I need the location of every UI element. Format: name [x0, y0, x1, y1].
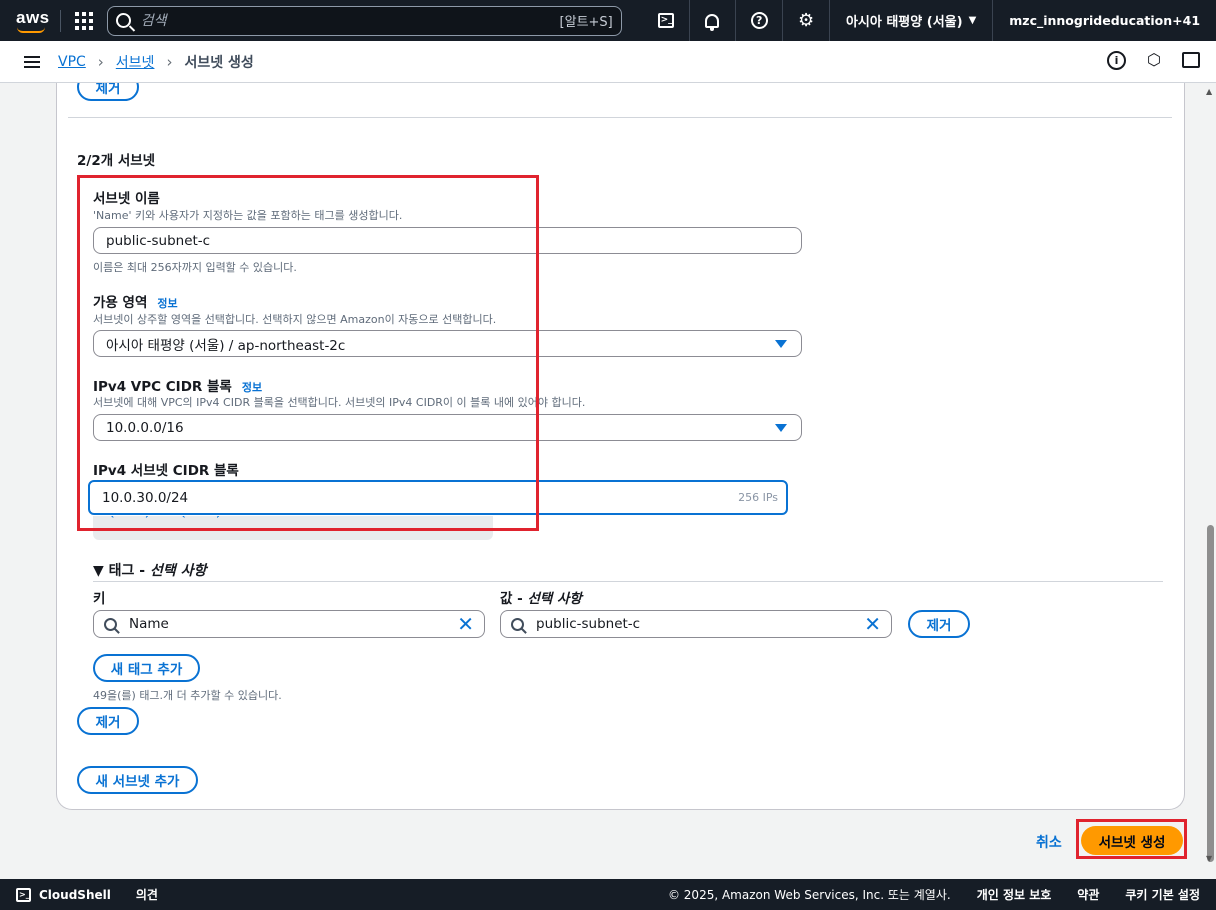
- breadcrumb-tools: i ⬡: [1107, 51, 1200, 70]
- info-icon[interactable]: i: [1107, 51, 1126, 70]
- breadcrumb-subnets[interactable]: 서브넷: [116, 52, 155, 72]
- account-label: mzc_innogrideducation+41: [1009, 13, 1201, 28]
- help-icon: ?: [750, 12, 768, 29]
- search-box[interactable]: [알트+S]: [106, 5, 622, 36]
- footer: >_ CloudShell 의견 © 2025, Amazon Web Serv…: [0, 879, 1216, 910]
- subnet-cidr-input[interactable]: 10.0.30.0/24 256 IPs: [88, 480, 788, 515]
- vpc-cidr-value: 10.0.0.0/16: [106, 419, 184, 436]
- subnet-name-label: 서브넷 이름: [93, 191, 160, 207]
- search-shortcut: [알트+S]: [559, 15, 613, 30]
- breadcrumb-current: 서브넷 생성: [184, 54, 254, 71]
- subnet-name-value: public-subnet-c: [106, 232, 211, 249]
- subnet-cidr-ip-count: 256 IPs: [738, 491, 778, 504]
- gear-icon: ⚙: [797, 10, 815, 31]
- chevron-right-icon: ›: [97, 52, 104, 71]
- vpc-cidr-label: IPv4 VPC CIDR 블록 정보: [93, 375, 262, 395]
- services-grid-icon[interactable]: [74, 11, 93, 30]
- scroll-down-icon[interactable]: ▼: [1206, 854, 1212, 863]
- tag-value-label-main: 값 -: [500, 591, 528, 607]
- tag-key-label: 키: [93, 591, 106, 607]
- terminal-icon: >_: [657, 13, 674, 28]
- az-description: 서브넷이 상주할 영역을 선택합니다. 선택하지 않으면 Amazon이 자동으…: [93, 313, 497, 326]
- caret-down-icon: [775, 340, 787, 348]
- scroll-up-icon[interactable]: ▲: [1206, 87, 1212, 96]
- footer-copyright: © 2025, Amazon Web Services, Inc. 또는 계열사…: [667, 888, 951, 902]
- account-menu[interactable]: mzc_innogrideducation+41: [993, 13, 1216, 28]
- search-icon: [115, 13, 131, 28]
- cancel-button[interactable]: 취소: [1036, 832, 1062, 852]
- aws-logo-text: aws: [16, 7, 50, 27]
- search-icon: [511, 617, 524, 631]
- section-title: 2/2개 서브넷: [77, 153, 156, 169]
- footer-terms[interactable]: 약관: [1077, 886, 1099, 903]
- scrollbar[interactable]: ▲ ▼: [1204, 83, 1216, 879]
- subnet-cidr-label: IPv4 서브넷 CIDR 블록: [93, 463, 239, 479]
- search-input[interactable]: [140, 12, 560, 29]
- vpc-cidr-info-link[interactable]: 정보: [242, 381, 262, 394]
- az-value: 아시아 태평양 (서울) / ap-northeast-2c: [106, 337, 346, 354]
- menu-icon[interactable]: [24, 53, 40, 71]
- az-label: 가용 영역 정보: [93, 291, 178, 311]
- settings-button[interactable]: ⚙: [783, 0, 830, 41]
- terminal-icon: >_: [16, 887, 31, 902]
- tag-key-value: Name: [129, 616, 169, 632]
- breadcrumb-vpc[interactable]: VPC: [58, 54, 86, 70]
- feedback-hexagon-icon[interactable]: ⬡: [1145, 51, 1163, 69]
- tag-value-label: 값 - 선택 사항: [500, 587, 582, 607]
- nav-divider: [59, 9, 61, 32]
- region-label: 아시아 태평양 (서울): [845, 15, 963, 30]
- tag-value-label-optional: 선택 사항: [527, 591, 582, 607]
- vpc-cidr-description: 서브넷에 대해 VPC의 IPv4 CIDR 블록을 선택합니다. 서브넷의 I…: [93, 396, 586, 409]
- subnet-cidr-value: 10.0.30.0/24: [102, 489, 189, 506]
- az-info-link[interactable]: 정보: [157, 297, 177, 310]
- footer-privacy[interactable]: 개인 정보 보호: [977, 886, 1052, 903]
- tag-key-input[interactable]: Name ✕: [93, 610, 485, 638]
- remove-tag-button[interactable]: 제거: [908, 610, 970, 638]
- section-divider: [68, 117, 1172, 118]
- search-icon: [104, 617, 117, 631]
- tags-title-main: ▼ 태그 -: [93, 563, 150, 579]
- bell-icon: [705, 13, 720, 31]
- subnet-name-hint: 이름은 최대 256자까지 입력할 수 있습니다.: [93, 261, 297, 274]
- tag-value-input[interactable]: public-subnet-c ✕: [500, 610, 892, 638]
- az-label-text: 가용 영역: [93, 295, 148, 311]
- region-selector[interactable]: 아시아 태평양 (서울) ▼: [830, 0, 994, 41]
- add-subnet-button[interactable]: 새 서브넷 추가: [77, 766, 198, 794]
- notifications-button[interactable]: [690, 0, 737, 41]
- tags-title-optional: 선택 사항: [149, 563, 207, 579]
- help-button[interactable]: ?: [736, 0, 784, 41]
- footer-feedback[interactable]: 의견: [136, 886, 158, 903]
- main-content: 제거 2/2개 서브넷 서브넷 이름 'Name' 키와 사용자가 지정하는 값…: [0, 83, 1204, 879]
- vpc-cidr-select[interactable]: 10.0.0.0/16: [93, 414, 802, 441]
- cidr-stepper-peek: ‹›‹›: [93, 516, 493, 540]
- clear-icon[interactable]: ✕: [864, 612, 881, 636]
- clear-icon[interactable]: ✕: [457, 612, 474, 636]
- caret-down-icon: [775, 424, 787, 432]
- footer-cloudshell[interactable]: CloudShell: [39, 888, 111, 902]
- cloudshell-button[interactable]: >_: [643, 0, 690, 41]
- remove-subnet-button[interactable]: 제거: [77, 707, 139, 735]
- vpc-cidr-label-text: IPv4 VPC CIDR 블록: [93, 379, 232, 395]
- subnet-name-description: 'Name' 키와 사용자가 지정하는 값을 포함하는 태그를 생성합니다.: [93, 209, 403, 222]
- subnet-name-input[interactable]: public-subnet-c: [93, 227, 802, 254]
- remove-subnet-button-prev[interactable]: 제거: [77, 83, 139, 101]
- breadcrumb-bar: VPC › 서브넷 › 서브넷 생성 i ⬡: [0, 41, 1216, 83]
- top-navigation: aws [알트+S] >_ ? ⚙ 아시아 태평양 (서울) ▼ mzc_inn…: [0, 0, 1216, 41]
- tag-value-value: public-subnet-c: [536, 616, 641, 632]
- chevron-right-icon: ›: [166, 52, 173, 71]
- footer-cookies[interactable]: 쿠키 기본 설정: [1125, 886, 1200, 903]
- tags-remaining-note: 49을(를) 태그.개 더 추가할 수 있습니다.: [93, 689, 282, 702]
- create-subnet-button[interactable]: 서브넷 생성: [1081, 826, 1183, 855]
- scroll-thumb[interactable]: [1207, 525, 1214, 862]
- caret-down-icon: ▼: [968, 15, 977, 26]
- add-tag-button[interactable]: 새 태그 추가: [93, 654, 200, 682]
- aws-smile-icon: [17, 27, 45, 33]
- aws-logo[interactable]: aws: [14, 6, 60, 36]
- screen-icon[interactable]: [1182, 52, 1200, 68]
- tags-section-title[interactable]: ▼ 태그 - 선택 사항: [93, 560, 206, 580]
- tags-divider: [93, 581, 1163, 582]
- az-select[interactable]: 아시아 태평양 (서울) / ap-northeast-2c: [93, 330, 802, 357]
